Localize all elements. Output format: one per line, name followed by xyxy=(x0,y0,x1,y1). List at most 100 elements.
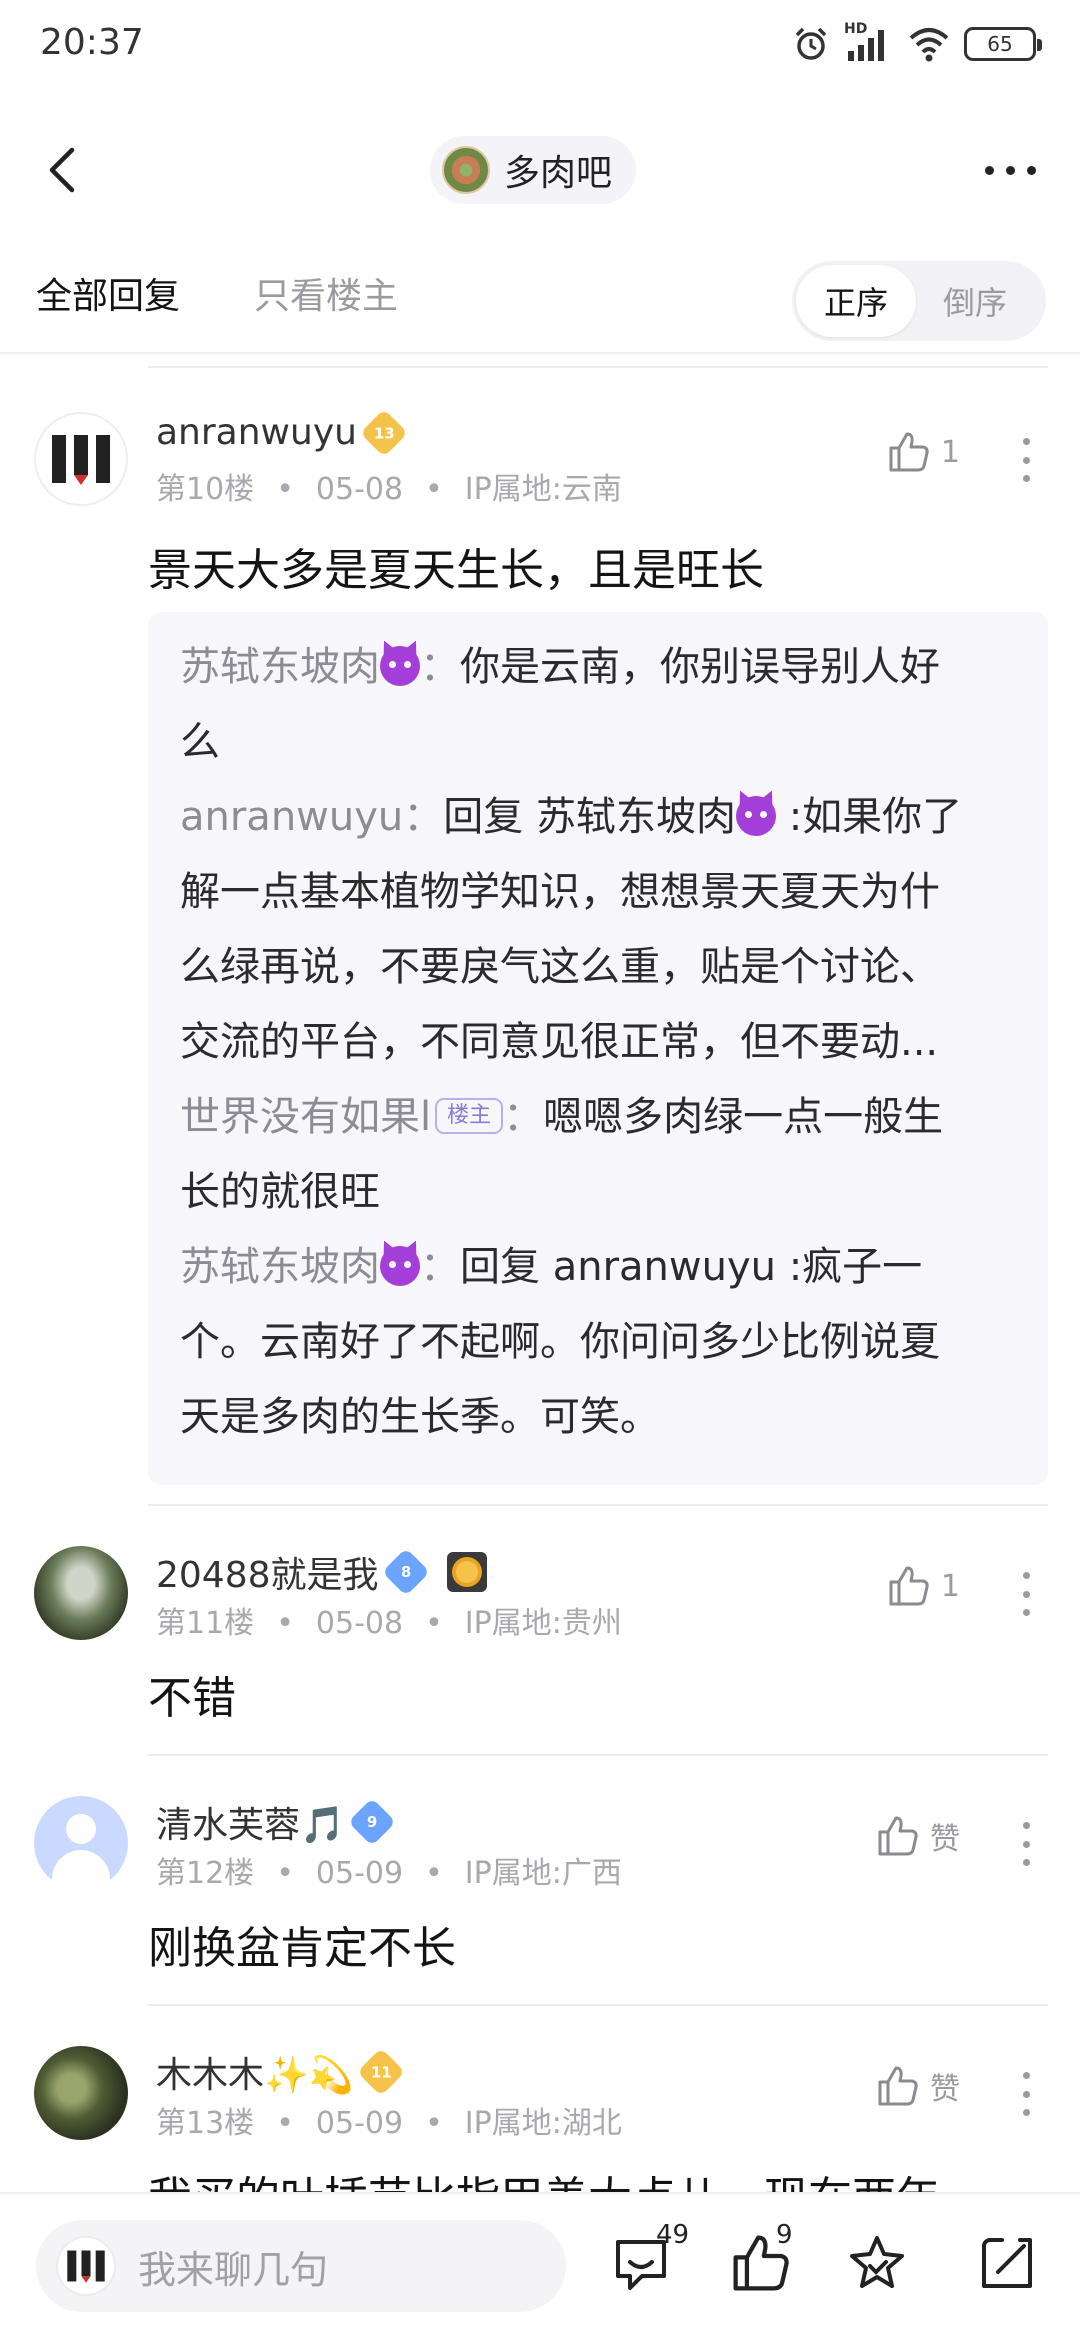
forum-name: 多肉吧 xyxy=(504,153,613,194)
bottom-bar: 我来聊几句 49 9 xyxy=(0,2192,1080,2340)
share-button[interactable] xyxy=(976,2232,1046,2302)
op-tag: 楼主 xyxy=(435,1098,504,1134)
forum-avatar xyxy=(442,146,490,194)
floor-number: 第13楼 xyxy=(156,2106,255,2141)
reply-text: 回复 anranwuyu :疯子一 xyxy=(460,1244,923,1290)
divider xyxy=(148,366,1048,368)
order-desc-button[interactable]: 倒序 xyxy=(920,265,1030,337)
reply-username[interactable]: 苏轼东坡肉 xyxy=(180,644,380,690)
post-content: 刚换盆肯定不长 xyxy=(148,1923,456,1974)
post-menu-icon[interactable] xyxy=(1022,1572,1030,1616)
back-icon[interactable] xyxy=(36,142,92,198)
ip-location: IP属地:贵州 xyxy=(464,1606,622,1641)
devil-emoji-icon xyxy=(380,1246,420,1286)
tab-all-replies[interactable]: 全部回复 xyxy=(36,267,180,319)
devil-emoji-icon xyxy=(735,796,776,836)
ip-location: IP属地:湖北 xyxy=(464,2106,622,2141)
tab-op-only[interactable]: 只看楼主 xyxy=(254,267,398,319)
reply-placeholder: 我来聊几句 xyxy=(138,2247,329,2292)
post-menu-icon[interactable] xyxy=(1022,1822,1030,1866)
order-asc-button[interactable]: 正序 xyxy=(796,265,916,337)
sub-reply: 苏轼东坡肉 ：回复 anranwuyu :疯子一 个。云南好了不起啊。你问问多少比… xyxy=(180,1230,1018,1455)
sub-replies[interactable]: 苏轼东坡肉 ： 你是云南，你别误导别人好 么 anranwuyu：回复 苏轼东坡肉 … xyxy=(148,612,1048,1485)
level-badge-icon: 13 xyxy=(359,408,408,457)
battery-icon: 65 xyxy=(964,27,1042,61)
thumbs-up-icon xyxy=(889,1566,929,1606)
post-meta: 第10楼 • 05-08 • IP属地:云南 xyxy=(156,472,622,507)
floor-number: 第10楼 xyxy=(156,472,255,507)
level-badge-icon: 9 xyxy=(347,1797,396,1847)
username[interactable]: 清水芙蓉🎵 9 xyxy=(156,1796,396,1848)
reply-username[interactable]: 世界没有如果l xyxy=(180,1094,431,1140)
avatar[interactable] xyxy=(34,2046,128,2140)
avatar[interactable] xyxy=(34,1546,128,1640)
post-date: 05-09 xyxy=(315,1856,404,1891)
username-text: 木木木✨💫 xyxy=(156,2055,354,2096)
post-date: 05-08 xyxy=(315,1606,404,1641)
thumbs-up-icon xyxy=(878,2066,918,2106)
nav-bar: 多肉吧 xyxy=(0,120,1080,220)
post-menu-icon[interactable] xyxy=(1022,438,1030,482)
reply-text: 么绿再说，不要戾气这么重，贴是个讨论、 xyxy=(180,944,940,990)
post-content: 景天大多是夏天生长，且是旺长 xyxy=(148,545,764,596)
reply-separator: ： xyxy=(503,1094,544,1140)
reply-text: 么 xyxy=(180,719,220,765)
wifi-icon xyxy=(909,28,949,62)
like-button[interactable]: 赞 xyxy=(876,1814,960,1858)
username[interactable]: 20488就是我 8 xyxy=(156,1546,487,1598)
username[interactable]: anranwuyu 13 xyxy=(156,408,408,457)
divider xyxy=(148,1504,1048,1506)
username-text: 清水芙蓉🎵 xyxy=(156,1805,345,1846)
battery-level: 65 xyxy=(987,32,1013,56)
status-icons: HD 65 xyxy=(792,21,1042,64)
like-label: 赞 xyxy=(930,1822,960,1857)
like-count: 1 xyxy=(940,1568,960,1604)
like-post-count: 9 xyxy=(776,2220,793,2250)
reply-text: 交流的平台，不同意见很正常，但不要动... xyxy=(180,1019,939,1065)
reply-input[interactable]: 我来聊几句 xyxy=(36,2220,566,2312)
alarm-icon xyxy=(795,27,827,60)
forum-chip[interactable]: 多肉吧 xyxy=(430,136,637,204)
reply-text: 解一点基本植物学知识，想想景天夏天为什 xyxy=(180,869,940,915)
thumbs-up-icon xyxy=(878,1816,918,1856)
level-badge-icon: 8 xyxy=(381,1547,430,1597)
reply-text: 回复 苏轼东坡肉 xyxy=(443,794,736,840)
user-logo-icon xyxy=(67,2250,105,2283)
avatar[interactable] xyxy=(34,412,128,506)
post-date: 05-08 xyxy=(315,472,404,507)
like-button[interactable]: 1 xyxy=(887,1564,960,1608)
like-button[interactable]: 赞 xyxy=(876,2064,960,2108)
reply-text: 你是云南，你别误导别人好 xyxy=(460,644,940,690)
level-number: 11 xyxy=(370,2063,392,2081)
post-meta: 第13楼 • 05-09 • IP属地:湖北 xyxy=(156,2106,622,2141)
reply-username[interactable]: anranwuyu xyxy=(180,794,403,840)
my-avatar xyxy=(56,2236,116,2296)
like-post-button[interactable]: 9 xyxy=(730,2220,800,2302)
reply-separator: ： xyxy=(420,1244,460,1290)
star-icon xyxy=(850,2236,904,2288)
signal-icon: HD xyxy=(844,21,894,63)
divider xyxy=(148,2004,1048,2006)
reply-text: 个。云南好了不起啊。你问问多少比例说夏 xyxy=(180,1319,940,1365)
comment-button[interactable]: 49 xyxy=(610,2220,689,2302)
floor-number: 第11楼 xyxy=(156,1606,255,1641)
level-number: 13 xyxy=(373,423,395,442)
post-menu-icon[interactable] xyxy=(1022,2072,1030,2116)
user-logo-icon xyxy=(52,435,110,485)
status-time: 20:37 xyxy=(40,22,144,63)
reply-text: 嗯嗯多肉绿一点一般生 xyxy=(543,1094,944,1140)
sub-reply: anranwuyu：回复 苏轼东坡肉 :如果你了 解一点基本植物学知识，想想景天… xyxy=(180,780,1018,1080)
post-meta: 第11楼 • 05-08 • IP属地:贵州 xyxy=(156,1606,622,1641)
more-options-icon[interactable] xyxy=(980,156,1040,184)
reply-username[interactable]: 苏轼东坡肉 xyxy=(180,1244,380,1290)
status-bar: 20:37 HD 65 xyxy=(0,0,1080,90)
avatar[interactable] xyxy=(34,1796,128,1890)
order-switch: 正序 倒序 xyxy=(792,261,1046,341)
like-button[interactable]: 1 xyxy=(887,430,960,474)
username[interactable]: 木木木✨💫 11 xyxy=(156,2046,405,2098)
floor-number: 第12楼 xyxy=(156,1856,255,1891)
sub-reply: 世界没有如果l 楼主 ：嗯嗯多肉绿一点一般生 长的就很旺 xyxy=(180,1080,1018,1230)
favorite-button[interactable] xyxy=(846,2232,916,2302)
reply-text: 天是多肉的生长季。可笑。 xyxy=(180,1394,660,1440)
tabs-divider xyxy=(0,352,1080,354)
